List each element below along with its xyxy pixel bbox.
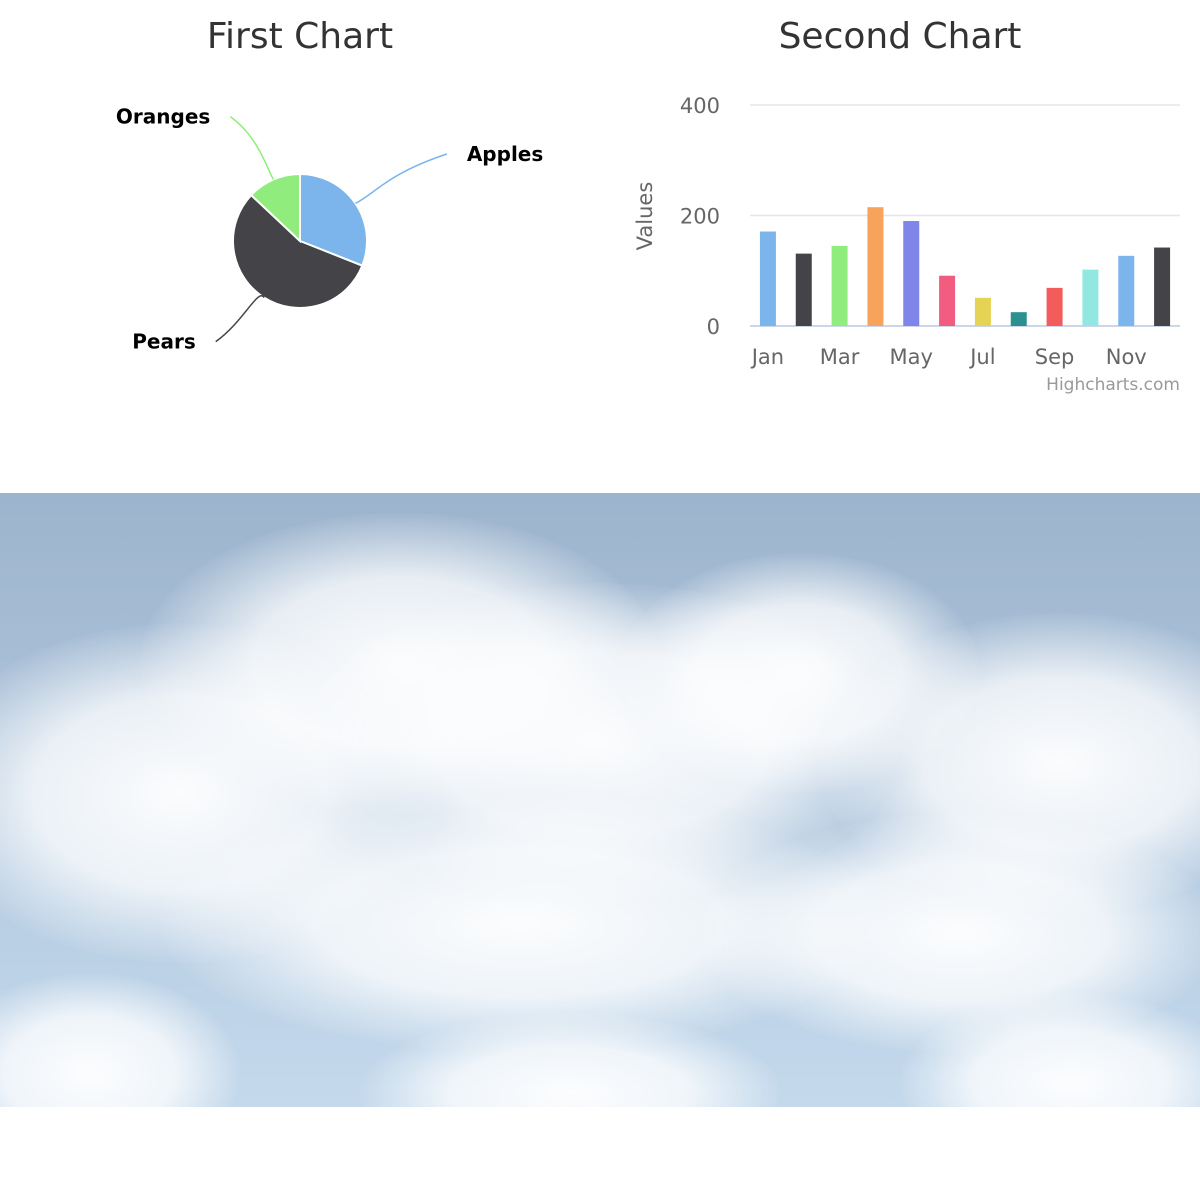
credits-link[interactable]: Highcharts.com [1046, 375, 1180, 395]
y-tick-label: 0 [707, 315, 720, 339]
bar-chart-title: Second Chart [779, 16, 1022, 57]
y-axis-title: Values [633, 182, 657, 251]
sky-banner-image [0, 493, 1200, 1107]
charts-svg: First Chart Apples Pears Oranges Second Ch… [116, 16, 1180, 395]
bar-aug[interactable] [1010, 312, 1027, 326]
pie-label-oranges: Oranges [116, 105, 210, 129]
bar-dec[interactable] [1154, 247, 1171, 326]
bar-y-tick-labels: 0 200 400 [680, 94, 720, 339]
pie-connector-apples [355, 153, 448, 205]
bar-may[interactable] [903, 221, 920, 326]
pie-slices [232, 172, 368, 309]
pie-chart-title: First Chart [207, 16, 393, 57]
bar-oct[interactable] [1082, 269, 1099, 326]
x-tick-label-jul: Jul [968, 345, 995, 369]
bar-chart: Second Chart 0 200 400 Values Jan Mar May Jul… [633, 16, 1180, 395]
bar-jan[interactable] [759, 231, 776, 326]
page-bottom-blank [0, 1107, 1200, 1200]
bar-sep[interactable] [1046, 287, 1063, 326]
bar-jul[interactable] [974, 297, 991, 326]
x-tick-label-jan: Jan [750, 345, 784, 369]
bar-gridlines [750, 104, 1180, 327]
bar-jun[interactable] [939, 275, 956, 326]
pie-connector-pears [215, 295, 265, 343]
bar-nov[interactable] [1118, 255, 1135, 326]
pie-chart: First Chart Apples Pears Oranges [116, 16, 543, 354]
pie-label-pears: Pears [132, 330, 196, 354]
bar-series [759, 207, 1171, 326]
pie-label-apples: Apples [467, 142, 543, 166]
y-tick-label: 200 [680, 205, 720, 229]
x-tick-label-mar: Mar [820, 345, 860, 369]
x-tick-label-may: May [890, 345, 933, 369]
pie-connector-oranges [229, 116, 275, 180]
y-tick-label: 400 [680, 94, 720, 118]
bar-feb[interactable] [795, 253, 812, 326]
x-tick-label-nov: Nov [1106, 345, 1147, 369]
x-tick-label-sep: Sep [1035, 345, 1075, 369]
bar-x-tick-labels: Jan Mar May Jul Sep Nov [750, 345, 1147, 369]
charts-area: First Chart Apples Pears Oranges Second Ch… [0, 0, 1200, 420]
bar-apr[interactable] [867, 207, 884, 326]
bar-mar[interactable] [831, 245, 848, 326]
